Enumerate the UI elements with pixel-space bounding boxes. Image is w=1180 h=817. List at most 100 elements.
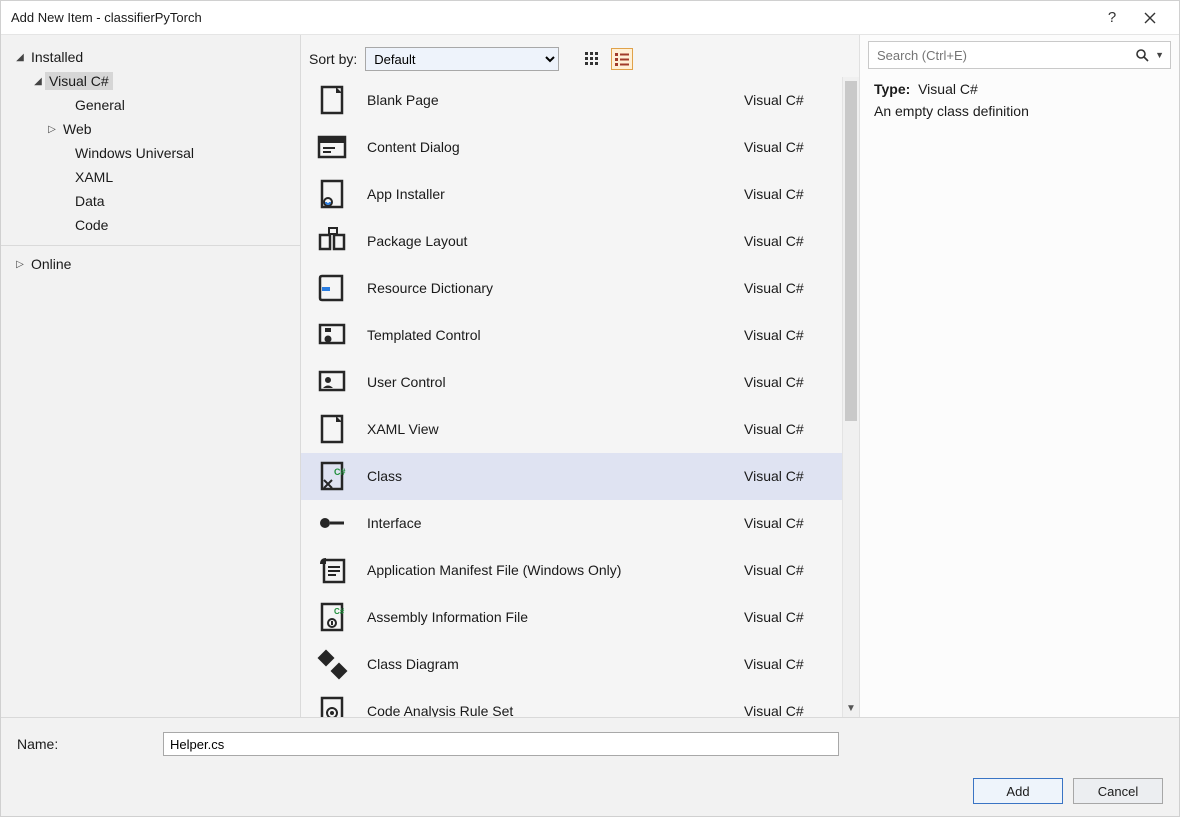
template-item[interactable]: Assembly Information File Visual C#	[301, 594, 842, 641]
template-icon	[315, 271, 349, 305]
footer: Name: Add Cancel	[1, 717, 1179, 816]
search-dropdown-icon[interactable]: ▼	[1155, 50, 1164, 60]
template-language: Visual C#	[744, 186, 828, 202]
tree-item-label: General	[71, 96, 129, 114]
template-icon	[315, 647, 349, 681]
template-name: Class	[367, 468, 726, 484]
tree-item-web[interactable]: ▷ Web	[9, 117, 296, 141]
search-box[interactable]: ▼	[868, 41, 1171, 69]
template-icon	[315, 224, 349, 258]
template-icon	[315, 318, 349, 352]
template-name: Blank Page	[367, 92, 726, 108]
template-name: Resource Dictionary	[367, 280, 726, 296]
tree-item-label: Data	[71, 192, 109, 210]
name-label: Name:	[13, 736, 153, 752]
template-language: Visual C#	[744, 656, 828, 672]
template-item[interactable]: Application Manifest File (Windows Only)…	[301, 547, 842, 594]
list-icon	[614, 51, 630, 67]
template-item[interactable]: App Installer Visual C#	[301, 171, 842, 218]
template-name: User Control	[367, 374, 726, 390]
template-language: Visual C#	[744, 609, 828, 625]
template-item[interactable]: XAML View Visual C#	[301, 406, 842, 453]
template-item[interactable]: Interface Visual C#	[301, 500, 842, 547]
toolbar: Sort by: Default	[301, 35, 859, 77]
help-button[interactable]: ?	[1093, 3, 1131, 33]
template-item[interactable]: Class Diagram Visual C#	[301, 641, 842, 688]
template-icon	[315, 412, 349, 446]
template-icon	[315, 177, 349, 211]
template-item[interactable]: Templated ControlVisual C#	[301, 312, 842, 359]
sort-by-select[interactable]: Default	[365, 47, 559, 71]
template-language: Visual C#	[744, 562, 828, 578]
view-list-button[interactable]	[611, 48, 633, 70]
template-icon	[315, 130, 349, 164]
title-bar: Add New Item - classifierPyTorch ?	[1, 1, 1179, 35]
tree-item-visual-csharp[interactable]: ◢ Visual C#	[9, 69, 296, 93]
template-language: Visual C#	[744, 703, 828, 717]
template-icon	[315, 694, 349, 717]
chevron-right-icon: ▷	[45, 124, 59, 135]
template-language: Visual C#	[744, 468, 828, 484]
name-input[interactable]	[163, 732, 839, 756]
template-item[interactable]: Class Visual C#	[301, 453, 842, 500]
close-icon	[1144, 12, 1156, 24]
template-item[interactable]: User Control Visual C#	[301, 359, 842, 406]
template-language: Visual C#	[744, 92, 828, 108]
tree-item-label: Code	[71, 216, 112, 234]
search-input[interactable]	[877, 48, 1135, 63]
add-button[interactable]: Add	[973, 778, 1063, 804]
template-name: Code Analysis Rule Set	[367, 703, 726, 717]
chevron-right-icon: ▷	[13, 259, 27, 270]
template-name: XAML View	[367, 421, 726, 437]
template-item[interactable]: Content Dialog Visual C#	[301, 124, 842, 171]
scroll-down-arrow-icon: ▼	[843, 700, 859, 717]
template-name: Class Diagram	[367, 656, 726, 672]
window-title: Add New Item - classifierPyTorch	[11, 10, 1093, 25]
scrollbar-thumb[interactable]	[845, 81, 857, 421]
template-language: Visual C#	[744, 139, 828, 155]
vertical-scrollbar[interactable]: ▲ ▼	[842, 77, 859, 717]
template-name: Assembly Information File	[367, 609, 726, 625]
template-name: Interface	[367, 515, 726, 531]
template-icon	[315, 459, 349, 493]
chevron-down-icon: ◢	[31, 76, 45, 87]
cancel-button[interactable]: Cancel	[1073, 778, 1163, 804]
details-type-label: Type:	[874, 81, 910, 97]
tree-item-general[interactable]: General	[9, 93, 296, 117]
template-icon	[315, 365, 349, 399]
template-item[interactable]: Code Analysis Rule Set Visual C#	[301, 688, 842, 717]
tree-item-data[interactable]: Data	[9, 189, 296, 213]
template-list: Blank Page Visual C# Content Dialog Visual …	[301, 77, 842, 717]
tree-item-installed[interactable]: ◢ Installed	[9, 45, 296, 69]
template-icon	[315, 83, 349, 117]
tree-item-label: Windows Universal	[71, 144, 198, 162]
grid-icon	[584, 51, 600, 67]
tree-item-label: Visual C#	[45, 72, 113, 90]
template-item[interactable]: Blank Page Visual C#	[301, 77, 842, 124]
tree-item-label: Web	[59, 120, 96, 138]
category-tree: ◢ Installed ◢ Visual C# General ▷ Web Wi…	[1, 35, 301, 717]
template-icon	[315, 506, 349, 540]
template-language: Visual C#	[744, 327, 828, 343]
tree-item-code[interactable]: Code	[9, 213, 296, 237]
template-icon	[315, 553, 349, 587]
details-description: An empty class definition	[874, 103, 1165, 119]
template-language: Visual C#	[744, 515, 828, 531]
close-button[interactable]	[1131, 3, 1169, 33]
search-icon[interactable]	[1135, 48, 1153, 62]
template-icon	[315, 600, 349, 634]
template-name: Content Dialog	[367, 139, 726, 155]
template-item[interactable]: Package Layout Visual C#	[301, 218, 842, 265]
template-language: Visual C#	[744, 421, 828, 437]
view-small-icons-button[interactable]	[581, 48, 603, 70]
template-name: Application Manifest File (Windows Only)	[367, 562, 726, 578]
template-language: Visual C#	[744, 280, 828, 296]
template-item[interactable]: Resource Dictionary Visual C#	[301, 265, 842, 312]
template-language: Visual C#	[744, 233, 828, 249]
tree-item-online[interactable]: ▷ Online	[9, 252, 296, 276]
template-name: App Installer	[367, 186, 726, 202]
template-name: Package Layout	[367, 233, 726, 249]
template-language: Visual C#	[744, 374, 828, 390]
tree-item-windows-universal[interactable]: Windows Universal	[9, 141, 296, 165]
tree-item-xaml[interactable]: XAML	[9, 165, 296, 189]
